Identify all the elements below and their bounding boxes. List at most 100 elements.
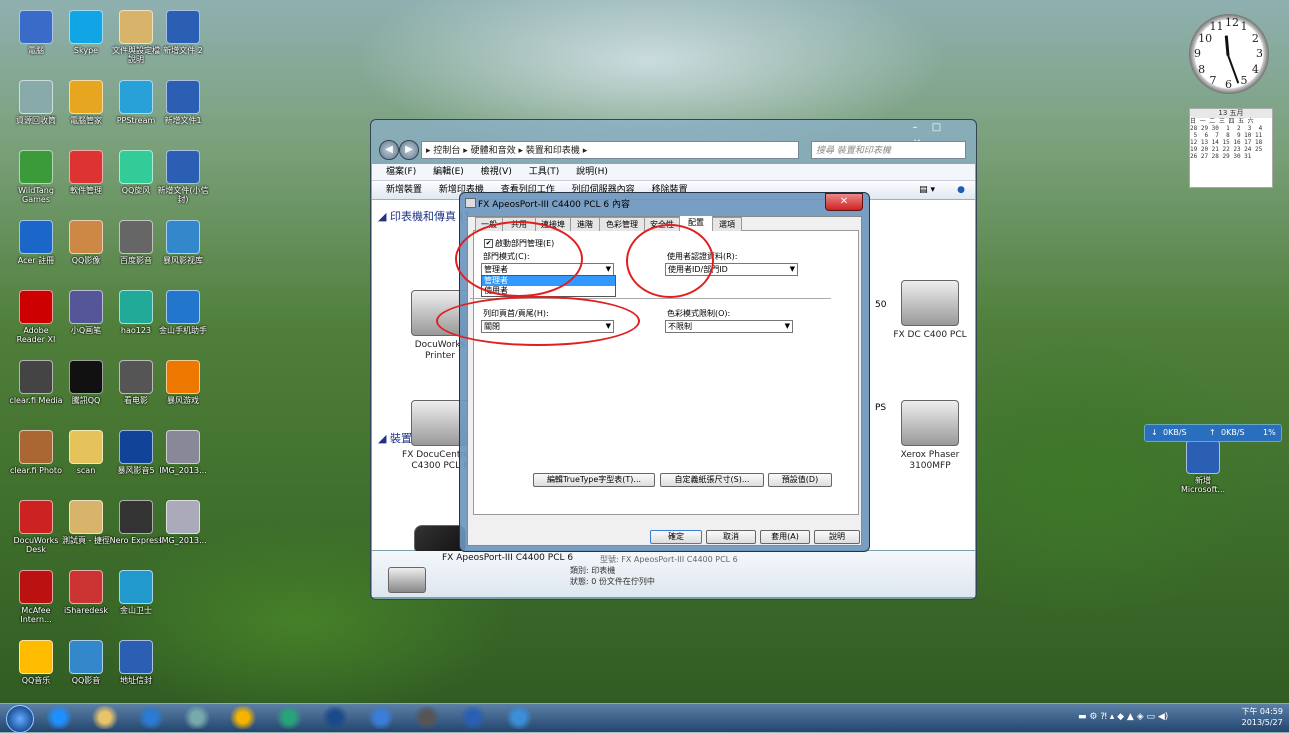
apply-button[interactable]: 套用(A) <box>760 530 810 544</box>
baofeng-icon[interactable] <box>320 706 350 729</box>
device-item[interactable]: FX DC C400 PCL <box>890 280 970 341</box>
word-icon[interactable] <box>458 706 488 729</box>
shortcut-icon <box>166 500 200 534</box>
desktop-icon[interactable]: Skype <box>58 10 114 55</box>
details-pane: FX ApeosPort-III C4400 PCL 6 型號: FX Apeo… <box>372 551 975 597</box>
desktop-icon[interactable]: 地址信封 <box>108 640 164 685</box>
hao123-icon[interactable] <box>274 706 304 729</box>
dialog-close-button[interactable]: ✕ <box>825 193 863 211</box>
help-button[interactable]: 說明 <box>814 530 860 544</box>
color-limit-select[interactable]: 不限制 ▼ <box>665 320 793 333</box>
shortcut-icon <box>19 640 53 674</box>
desktop-icon[interactable]: IMG_2013... <box>155 430 211 475</box>
details-category: 類別: 印表機 <box>570 566 616 575</box>
desktop-icon[interactable]: WildTang Games <box>8 150 64 204</box>
tray-clock[interactable]: 下午 04:59 2013/5/27 <box>1241 706 1283 728</box>
shortcut-icon <box>119 220 153 254</box>
desktop-icon[interactable]: 金山卫士 <box>108 570 164 615</box>
edit-truetype-button[interactable]: 編輯TrueType字型表(T)... <box>533 473 655 487</box>
shortcut-icon <box>166 150 200 184</box>
shortcut-icon <box>19 290 53 324</box>
movie-icon[interactable] <box>412 706 442 729</box>
printer-icon[interactable] <box>504 706 534 729</box>
tab-3[interactable]: 進階 <box>570 217 600 231</box>
desktop-icon-label: 測試頁 - 捷徑 <box>62 536 110 545</box>
menu-view[interactable]: 檢視(V) <box>481 167 512 177</box>
cancel-button[interactable]: 取消 <box>706 530 756 544</box>
desktop-icon-label: 地址信封 <box>120 676 152 685</box>
minimize-button[interactable]: – <box>906 120 924 136</box>
shortcut-icon <box>1186 440 1220 474</box>
tray-icons[interactable]: ▬ ⚙ ⁈ ▴ ◆ ▲ ◈ ▭ ◀) <box>1078 712 1168 722</box>
desktop-icon[interactable]: 資源回收筒 <box>8 80 64 125</box>
calendar-gadget[interactable]: 13 五月 日 一 二 三 四 五 六 28 29 30 1 2 3 4 5 6… <box>1189 108 1273 188</box>
desktop-icon[interactable]: 新增文件(小信封) <box>155 150 211 204</box>
desktop-icon[interactable]: 新增文件 2 <box>155 10 211 55</box>
desktop-icon[interactable]: 暴风游戏 <box>155 360 211 405</box>
tab-7[interactable]: 選項 <box>712 217 742 231</box>
desktop-icon[interactable]: IMG_2013... <box>155 500 211 545</box>
device-item[interactable]: Xerox Phaser 3100MFP <box>890 400 970 472</box>
address-bar[interactable]: ▸ 控制台 ▸ 硬體和音效 ▸ 裝置和印表機 ▸ <box>421 141 799 159</box>
upload-speed: 0KB/S <box>1221 428 1245 437</box>
desktop-icon[interactable]: 金山手机助手 <box>155 290 211 335</box>
ie-icon[interactable] <box>44 706 74 729</box>
menu-edit[interactable]: 編輯(E) <box>433 167 464 177</box>
shortcut-icon <box>69 220 103 254</box>
shortcut-icon <box>119 430 153 464</box>
browser-icon[interactable] <box>366 706 396 729</box>
desktop-icon[interactable]: 新增 Microsoft... <box>1175 440 1231 494</box>
forward-arrow-icon[interactable]: ▶ <box>399 140 419 160</box>
group-printers[interactable]: ◢ 印表機和傳真 (1 <box>378 208 471 224</box>
desktop-icon[interactable]: QQ影音 <box>58 640 114 685</box>
desktop-icon[interactable]: QQ音乐 <box>8 640 64 685</box>
desktop-icon[interactable]: 小Q画笔 <box>58 290 114 335</box>
desktop-icon[interactable]: 軟件管理 <box>58 150 114 195</box>
custom-paper-button[interactable]: 自定義紙張尺寸(S)... <box>660 473 764 487</box>
desktop-icon[interactable]: 騰訊QQ <box>58 360 114 405</box>
desktop-icon[interactable]: Acer 註冊 <box>8 220 64 265</box>
color-limit-label: 色彩模式限制(O): <box>667 309 731 318</box>
desktop-icon[interactable]: 新增文件1 <box>155 80 211 125</box>
desktop-icon-label: scan <box>76 466 96 475</box>
clock-gadget[interactable]: 12 1 2 3 4 5 6 7 8 9 10 11 <box>1189 14 1269 94</box>
shortcut-icon <box>19 570 53 604</box>
tab-4[interactable]: 色彩管理 <box>599 217 645 231</box>
desktop-icon[interactable]: iSharedesk <box>58 570 114 615</box>
desktop-icon-label: IMG_2013... <box>159 536 207 545</box>
desktop-icon[interactable]: McAfee Intern... <box>8 570 64 624</box>
upload-arrow-icon: ↑ <box>1209 428 1216 437</box>
desktop-icon[interactable]: 電腦管家 <box>58 80 114 125</box>
desktop-icon-label: 新增 Microsoft... <box>1180 476 1226 494</box>
menu-file[interactable]: 檔案(F) <box>386 167 416 177</box>
desktop-icon-label: DocuWorks Desk <box>13 536 59 554</box>
shortcut-icon <box>119 640 153 674</box>
shortcut-icon <box>69 80 103 114</box>
calendar-month: 13 五月 <box>1190 109 1272 118</box>
desktop-icon[interactable]: clear.fi Media <box>8 360 64 405</box>
explorer-icon[interactable] <box>90 706 120 729</box>
view-options-icon[interactable]: ▤ ▾ <box>919 181 935 199</box>
menu-tools[interactable]: 工具(T) <box>529 167 560 177</box>
desktop-icon[interactable]: 暴风影视库 <box>155 220 211 265</box>
start-button[interactable] <box>6 705 34 733</box>
qq-icon[interactable] <box>228 706 258 729</box>
outlook-icon[interactable] <box>136 706 166 729</box>
desktop-icon[interactable]: Adobe Reader XI <box>8 290 64 344</box>
help-icon[interactable]: ● <box>957 181 965 199</box>
add-device-button[interactable]: 新增裝置 <box>386 185 422 195</box>
desktop-icon[interactable]: scan <box>58 430 114 475</box>
back-arrow-icon[interactable]: ◀ <box>379 140 399 160</box>
ok-button[interactable]: 確定 <box>650 530 702 544</box>
desktop-icon[interactable]: DocuWorks Desk <box>8 500 64 554</box>
desktop-icon[interactable]: QQ影像 <box>58 220 114 265</box>
search-input[interactable]: 搜尋 裝置和印表機 <box>811 141 966 159</box>
paint-icon[interactable] <box>182 706 212 729</box>
desktop-icon-label: 軟件管理 <box>70 186 102 195</box>
desktop-icon[interactable]: 電腦 <box>8 10 64 55</box>
desktop-icon[interactable]: clear.fi Photo <box>8 430 64 475</box>
defaults-button[interactable]: 預設值(D) <box>768 473 832 487</box>
desktop-icon[interactable]: 測試頁 - 捷徑 <box>58 500 114 545</box>
menu-help[interactable]: 說明(H) <box>576 167 608 177</box>
maximize-button[interactable]: □ <box>928 120 946 136</box>
